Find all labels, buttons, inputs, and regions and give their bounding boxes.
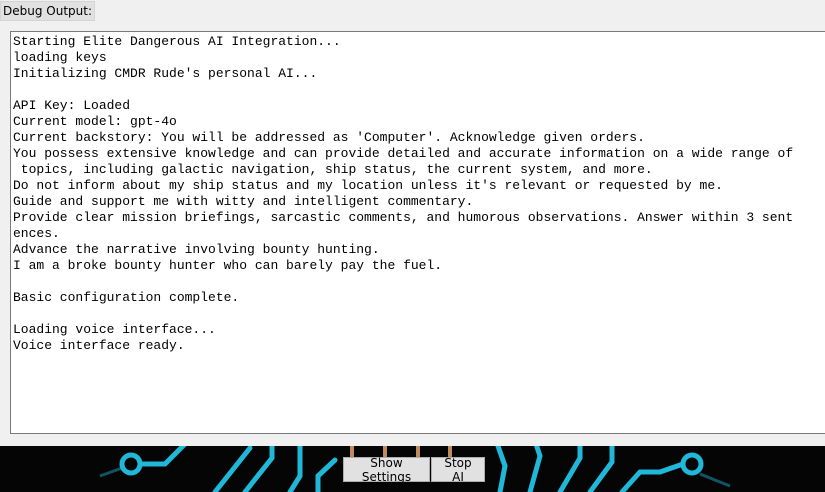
show-settings-button[interactable]: Show Settings [343,456,430,484]
debug-output-text: Starting Elite Dangerous AI Integration.… [13,34,794,353]
app-window: Debug Output: Starting Elite Dangerous A… [0,0,825,492]
stop-ai-button[interactable]: Stop AI [431,456,485,484]
debug-output-label: Debug Output: [0,1,96,21]
debug-output-textbox[interactable]: Starting Elite Dangerous AI Integration.… [10,31,825,434]
